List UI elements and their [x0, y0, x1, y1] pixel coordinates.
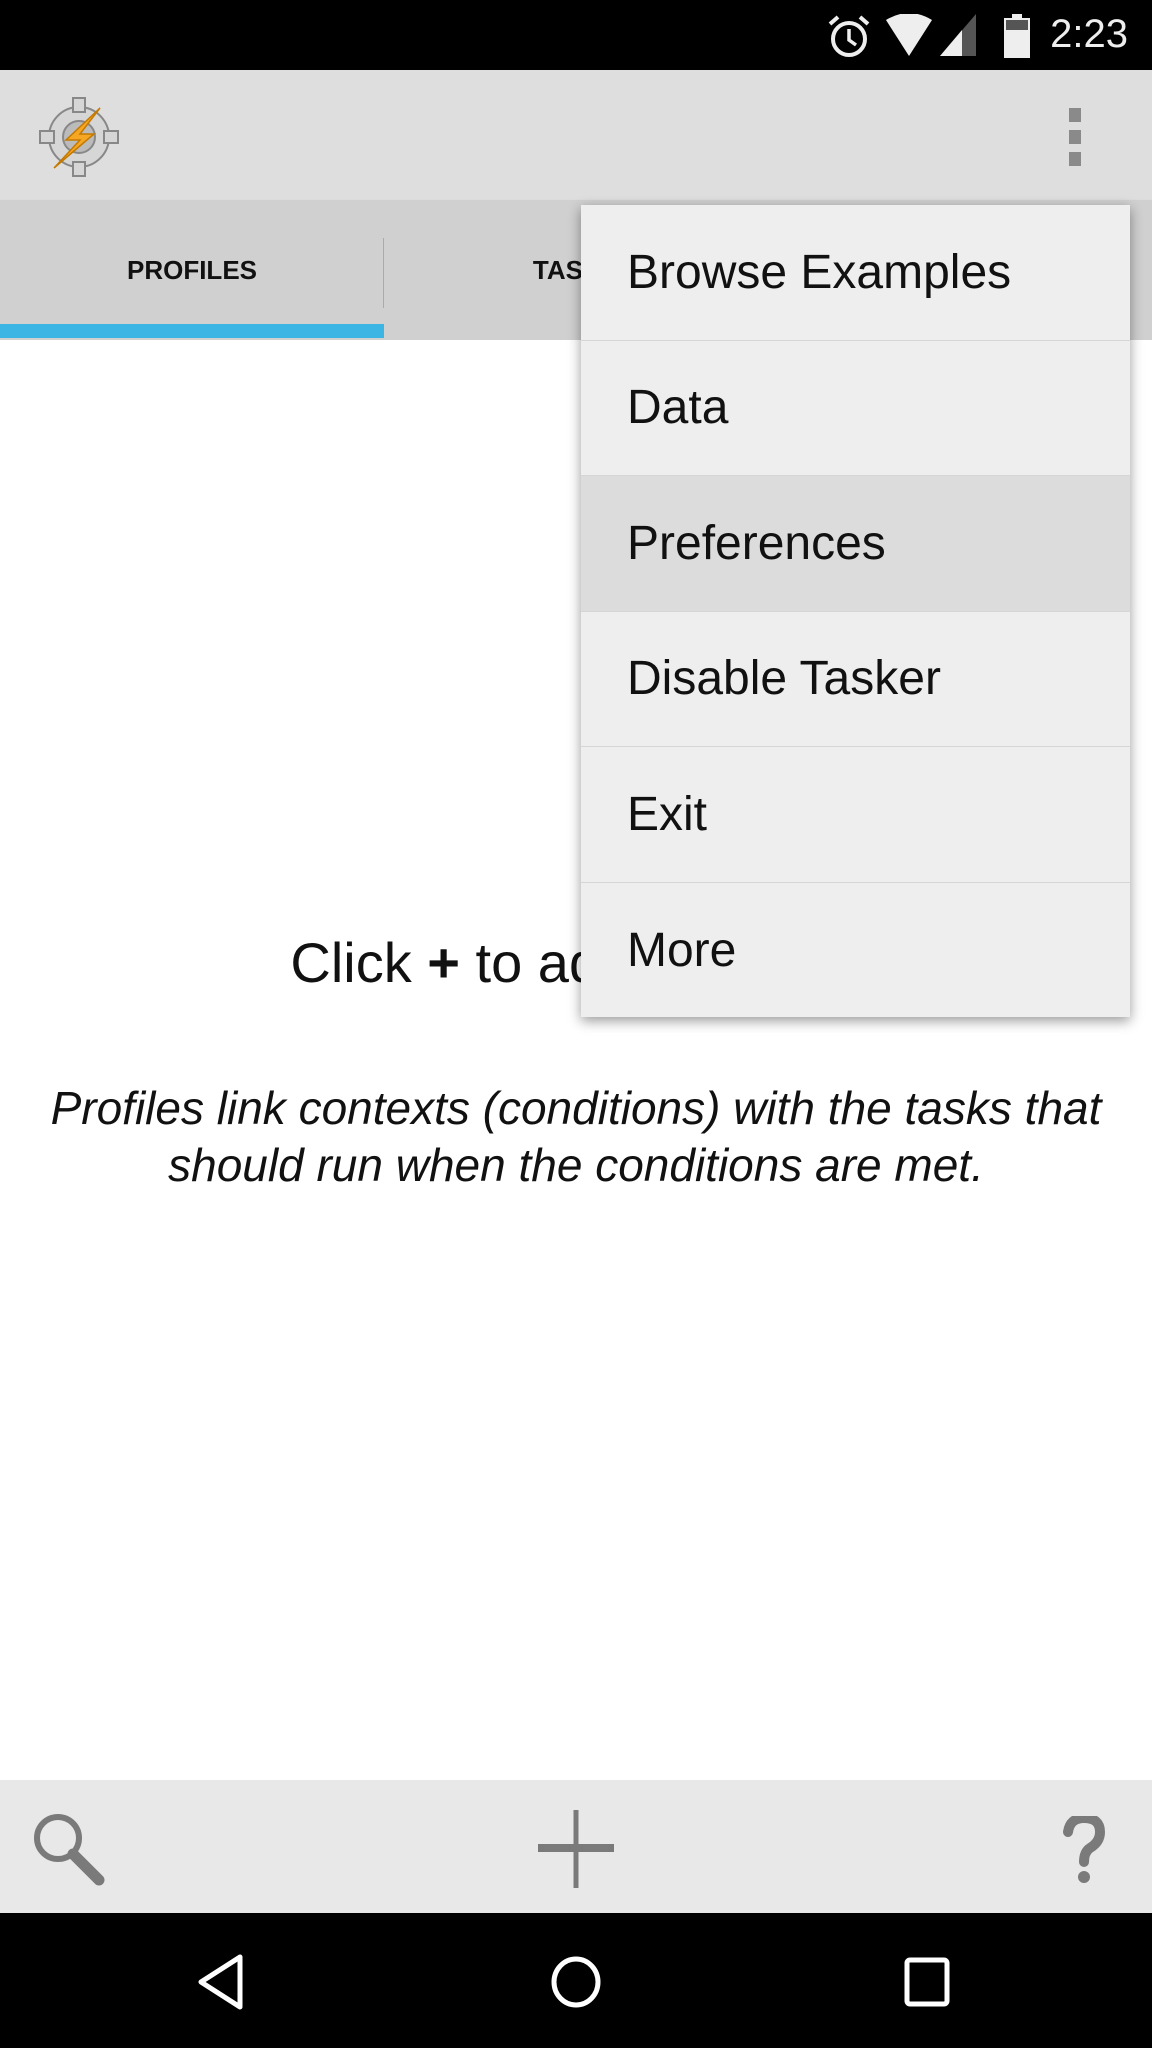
clock: 2:23	[1050, 12, 1128, 56]
overflow-menu: Browse Examples Data Preferences Disable…	[581, 205, 1130, 1017]
home-icon[interactable]	[550, 1955, 602, 2009]
bottom-toolbar	[0, 1780, 1152, 1913]
wifi-icon	[886, 14, 932, 56]
menu-item-browse-examples[interactable]: Browse Examples	[581, 205, 1130, 341]
alarm-icon	[828, 15, 870, 57]
menu-item-data[interactable]: Data	[581, 341, 1130, 476]
search-icon[interactable]	[30, 1810, 106, 1886]
overflow-menu-button[interactable]	[1060, 106, 1090, 168]
menu-item-exit[interactable]: Exit	[581, 747, 1130, 883]
back-icon[interactable]	[196, 1954, 246, 2010]
tab-profiles[interactable]: PROFILES	[0, 200, 384, 340]
tasker-logo	[39, 97, 119, 177]
add-icon[interactable]	[536, 1808, 616, 1888]
menu-item-preferences[interactable]: Preferences	[581, 476, 1130, 612]
battery-icon	[1004, 14, 1030, 58]
empty-description: Profiles link contexts (conditions) with…	[50, 1082, 1102, 1191]
signal-icon	[940, 14, 976, 56]
status-bar: 2:23	[0, 0, 1152, 70]
tab-indicator	[0, 324, 384, 338]
tab-label: PROFILES	[126, 254, 257, 285]
menu-item-disable-tasker[interactable]: Disable Tasker	[581, 612, 1130, 747]
menu-item-more[interactable]: More	[581, 883, 1130, 1019]
navigation-bar	[0, 1913, 1152, 2048]
more-vert-icon	[1069, 108, 1081, 166]
recents-icon[interactable]	[904, 1957, 950, 2007]
app-bar	[0, 70, 1152, 200]
help-icon[interactable]	[1062, 1816, 1106, 1884]
